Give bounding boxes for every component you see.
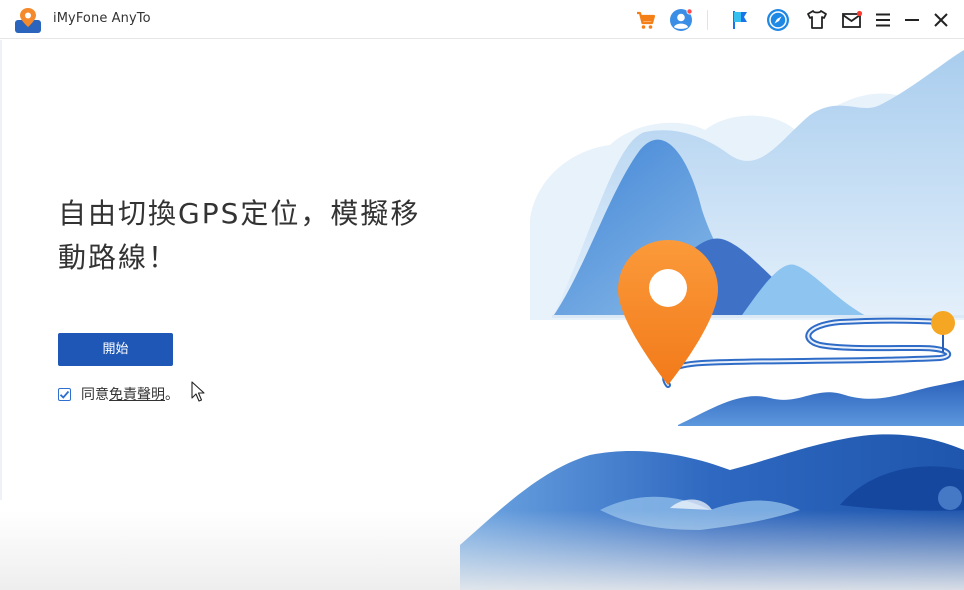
bottom-fade-overlay bbox=[0, 510, 964, 590]
headline-line-2: 動路線！ bbox=[58, 241, 179, 274]
checkmark-icon bbox=[59, 390, 70, 399]
disclaimer-agreement: 同意 免責聲明 。 bbox=[58, 384, 179, 404]
agree-suffix: 。 bbox=[165, 387, 179, 403]
account-icon[interactable] bbox=[669, 8, 693, 32]
mail-icon[interactable] bbox=[840, 8, 864, 32]
shirt-icon[interactable] bbox=[805, 8, 829, 32]
mouse-cursor-icon bbox=[191, 381, 205, 402]
app-title: iMyFone AnyTo bbox=[53, 11, 151, 26]
left-edge-line bbox=[0, 40, 2, 500]
menu-icon[interactable] bbox=[871, 8, 895, 32]
start-button[interactable]: 開始 bbox=[58, 333, 173, 366]
title-bar: iMyFone AnyTo bbox=[0, 0, 964, 39]
app-logo-icon bbox=[15, 8, 41, 33]
page-headline: 自由切換GPS定位，模擬移 動路線！ bbox=[58, 192, 458, 280]
agree-checkbox[interactable] bbox=[58, 387, 71, 401]
cart-icon[interactable] bbox=[634, 8, 658, 32]
disclaimer-link[interactable]: 免責聲明 bbox=[109, 384, 165, 404]
flag-icon[interactable] bbox=[729, 8, 753, 32]
minimize-icon[interactable] bbox=[900, 8, 924, 32]
compass-icon[interactable] bbox=[766, 8, 790, 32]
close-icon[interactable] bbox=[929, 8, 953, 32]
toolbar-divider bbox=[707, 10, 708, 30]
headline-line-1: 自由切換GPS定位，模擬移 bbox=[58, 197, 421, 230]
agree-prefix: 同意 bbox=[81, 387, 109, 403]
map-illustration bbox=[460, 50, 964, 590]
